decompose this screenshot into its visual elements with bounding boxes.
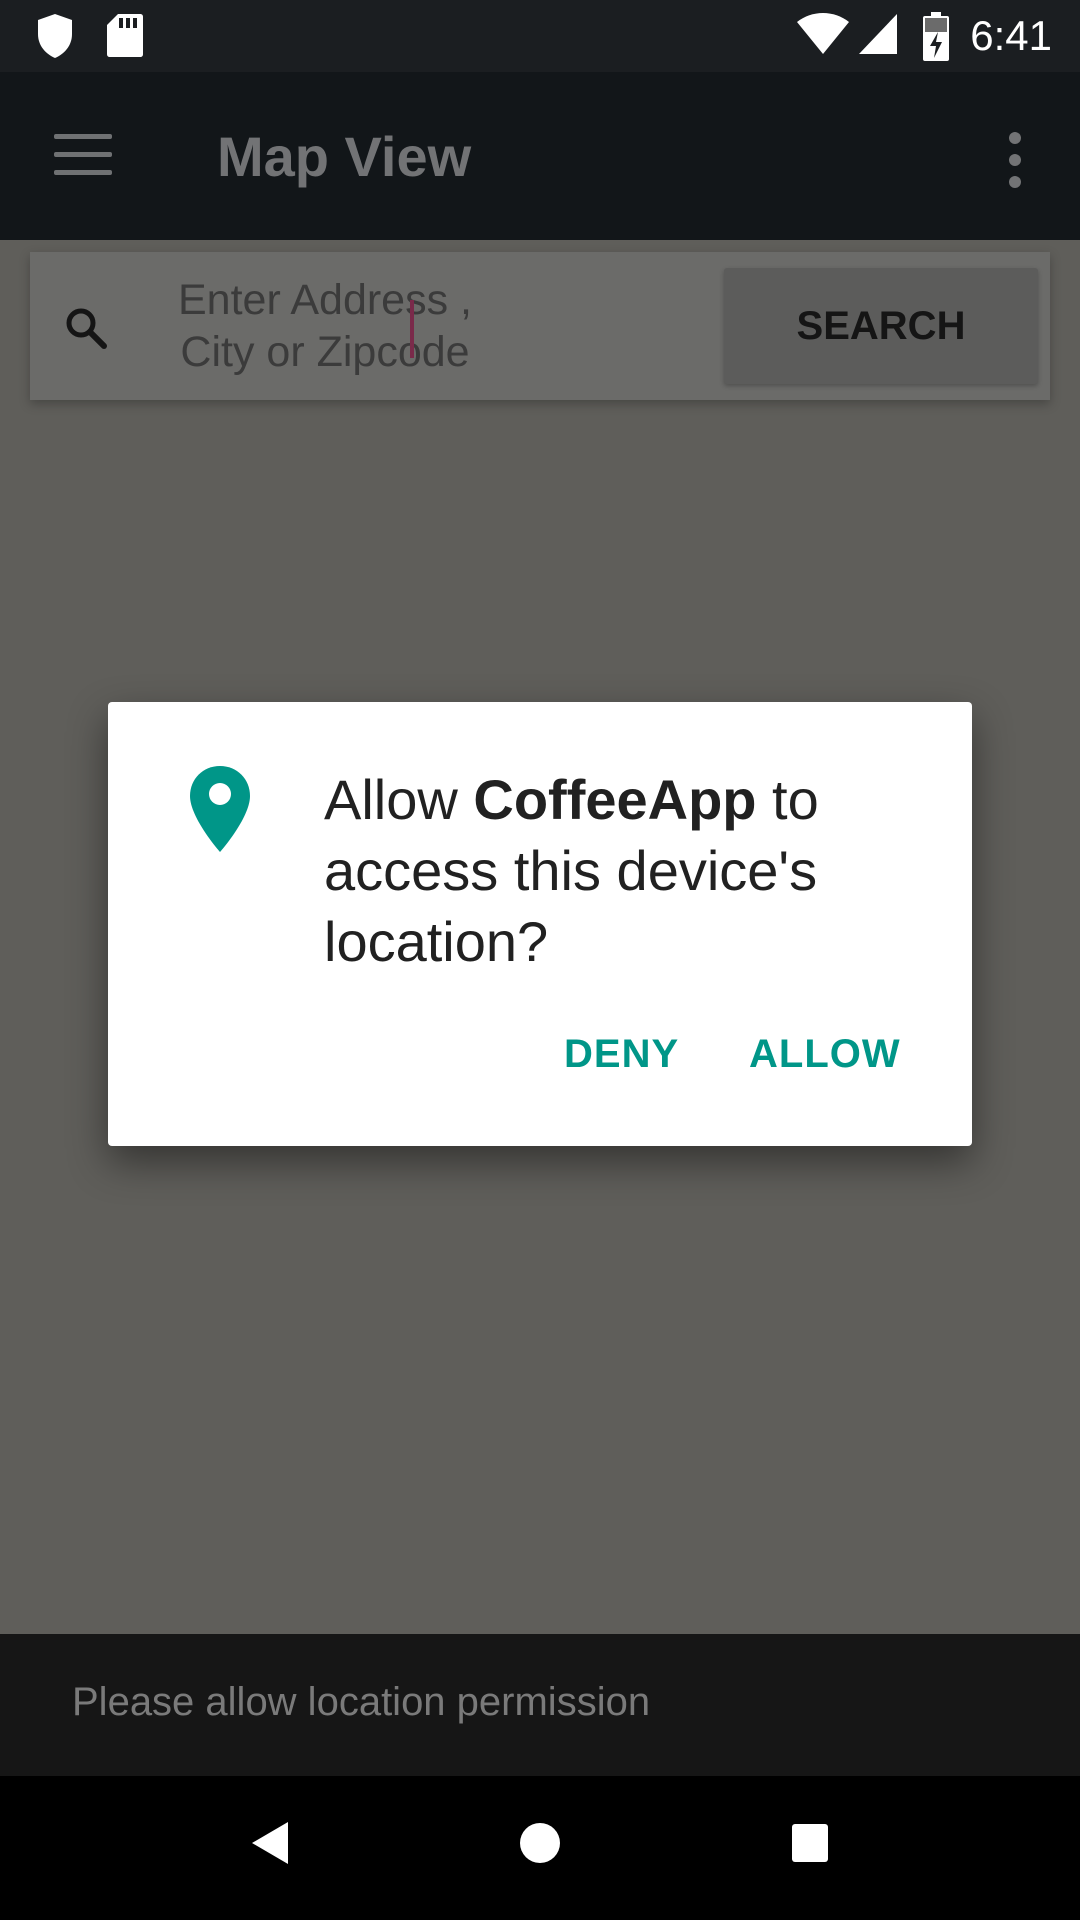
location-pin-icon	[190, 766, 250, 852]
app-bar: Map View	[0, 72, 1080, 240]
text-cursor	[410, 300, 414, 358]
search-input[interactable]: Enter Address , City or Zipcode	[160, 274, 490, 384]
battery-charging-icon	[923, 12, 949, 61]
shield-icon	[38, 14, 72, 58]
snackbar-message: Please allow location permission	[72, 1680, 651, 1724]
deny-button[interactable]: DENY	[564, 1032, 679, 1077]
home-icon[interactable]	[520, 1820, 560, 1866]
navigation-bar	[0, 1776, 1080, 1920]
status-bar: 6:41	[0, 0, 1080, 72]
back-icon[interactable]	[250, 1820, 290, 1866]
recents-icon[interactable]	[790, 1820, 830, 1866]
app-name: CoffeeApp	[473, 768, 757, 831]
search-button[interactable]: SEARCH	[724, 268, 1038, 384]
permission-message: Allow CoffeeApp to access this device's …	[324, 768, 819, 973]
menu-icon[interactable]	[54, 130, 112, 180]
more-vert-icon[interactable]	[1004, 130, 1026, 190]
search-card: Enter Address , City or Zipcode SEARCH	[30, 252, 1050, 400]
snackbar: Please allow location permission	[0, 1634, 1080, 1776]
status-time: 6:41	[970, 12, 1052, 59]
signal-icon	[859, 14, 897, 54]
permission-dialog: Allow CoffeeApp to access this device's …	[108, 702, 972, 1146]
search-icon[interactable]	[62, 304, 110, 352]
sd-card-icon	[107, 14, 143, 57]
wifi-icon	[797, 13, 849, 54]
page-title: Map View	[217, 125, 472, 188]
allow-button[interactable]: ALLOW	[749, 1032, 901, 1077]
